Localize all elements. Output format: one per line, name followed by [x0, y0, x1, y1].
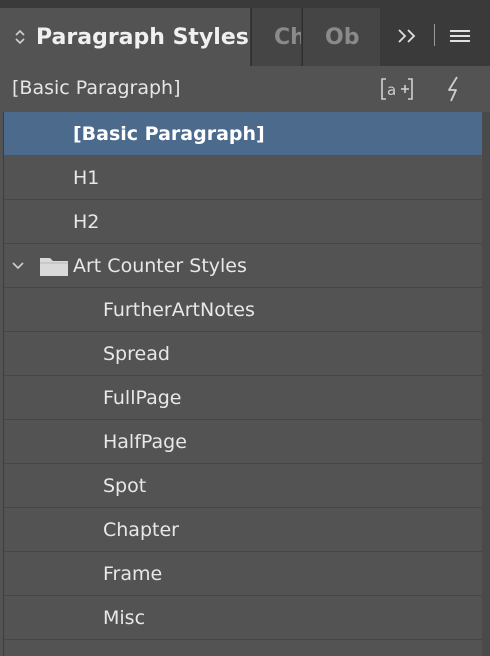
- style-row[interactable]: FurtherArtNotes: [4, 288, 482, 332]
- style-row[interactable]: Spread: [4, 332, 482, 376]
- tab-character-styles[interactable]: Ch: [251, 8, 301, 66]
- create-new-style-icon: a: [381, 78, 413, 100]
- style-row[interactable]: Misc: [4, 596, 482, 640]
- panel-tab-bar: Paragraph Styles Ch Ob: [0, 0, 490, 67]
- paragraph-styles-panel: Paragraph Styles Ch Ob [Basic Paragraph]: [0, 0, 490, 656]
- style-group-art-counter-styles[interactable]: Art Counter Styles: [4, 244, 482, 288]
- style-label: H2: [73, 210, 100, 233]
- style-row[interactable]: Spot: [4, 464, 482, 508]
- style-label: Spot: [103, 474, 147, 497]
- double-chevron-right-icon: [398, 29, 416, 43]
- style-label: Chapter: [103, 518, 179, 541]
- tab-label: Ob: [325, 24, 360, 50]
- style-row[interactable]: HalfPage: [4, 420, 482, 464]
- style-list: [Basic Paragraph] H1 H2 Art Counter Styl…: [3, 112, 482, 656]
- style-label: Frame: [103, 562, 163, 585]
- style-row-h1[interactable]: H1: [4, 156, 482, 200]
- group-toggle[interactable]: [10, 260, 26, 272]
- current-style-label: [Basic Paragraph]: [12, 77, 181, 99]
- style-label: [Basic Paragraph]: [73, 122, 265, 145]
- panel-header: [Basic Paragraph] a: [0, 66, 490, 112]
- folder-icon: [40, 257, 68, 276]
- style-label: HalfPage: [103, 430, 187, 453]
- style-row[interactable]: Frame: [4, 552, 482, 596]
- tab-paragraph-styles[interactable]: Paragraph Styles: [0, 8, 250, 66]
- hamburger-menu-icon: [450, 30, 470, 42]
- tab-object-styles[interactable]: Ob: [302, 8, 380, 66]
- style-row-h2[interactable]: H2: [4, 200, 482, 244]
- tab-label: Paragraph Styles: [36, 24, 249, 50]
- style-label: FurtherArtNotes: [103, 298, 255, 321]
- style-label: H1: [73, 166, 100, 189]
- svg-text:a: a: [387, 81, 396, 99]
- create-new-style-button[interactable]: a: [380, 76, 414, 102]
- panel-menu-button[interactable]: [446, 22, 474, 50]
- style-row-basic-paragraph[interactable]: [Basic Paragraph]: [4, 112, 482, 156]
- style-label: Misc: [103, 606, 146, 629]
- group-label: Art Counter Styles: [73, 254, 247, 277]
- quick-apply-button[interactable]: [442, 74, 466, 104]
- style-label: FullPage: [103, 386, 182, 409]
- tab-overflow-button[interactable]: [392, 22, 422, 50]
- tab-label: Ch: [274, 24, 301, 50]
- style-row[interactable]: Chapter: [4, 508, 482, 552]
- lightning-bolt-icon: [448, 76, 458, 102]
- style-label: Spread: [103, 342, 170, 365]
- chevron-down-icon: [12, 261, 24, 269]
- updown-chevron-icon[interactable]: [14, 27, 26, 47]
- tab-divider: [434, 24, 435, 46]
- style-row[interactable]: FullPage: [4, 376, 482, 420]
- scrollbar-track[interactable]: [482, 112, 490, 656]
